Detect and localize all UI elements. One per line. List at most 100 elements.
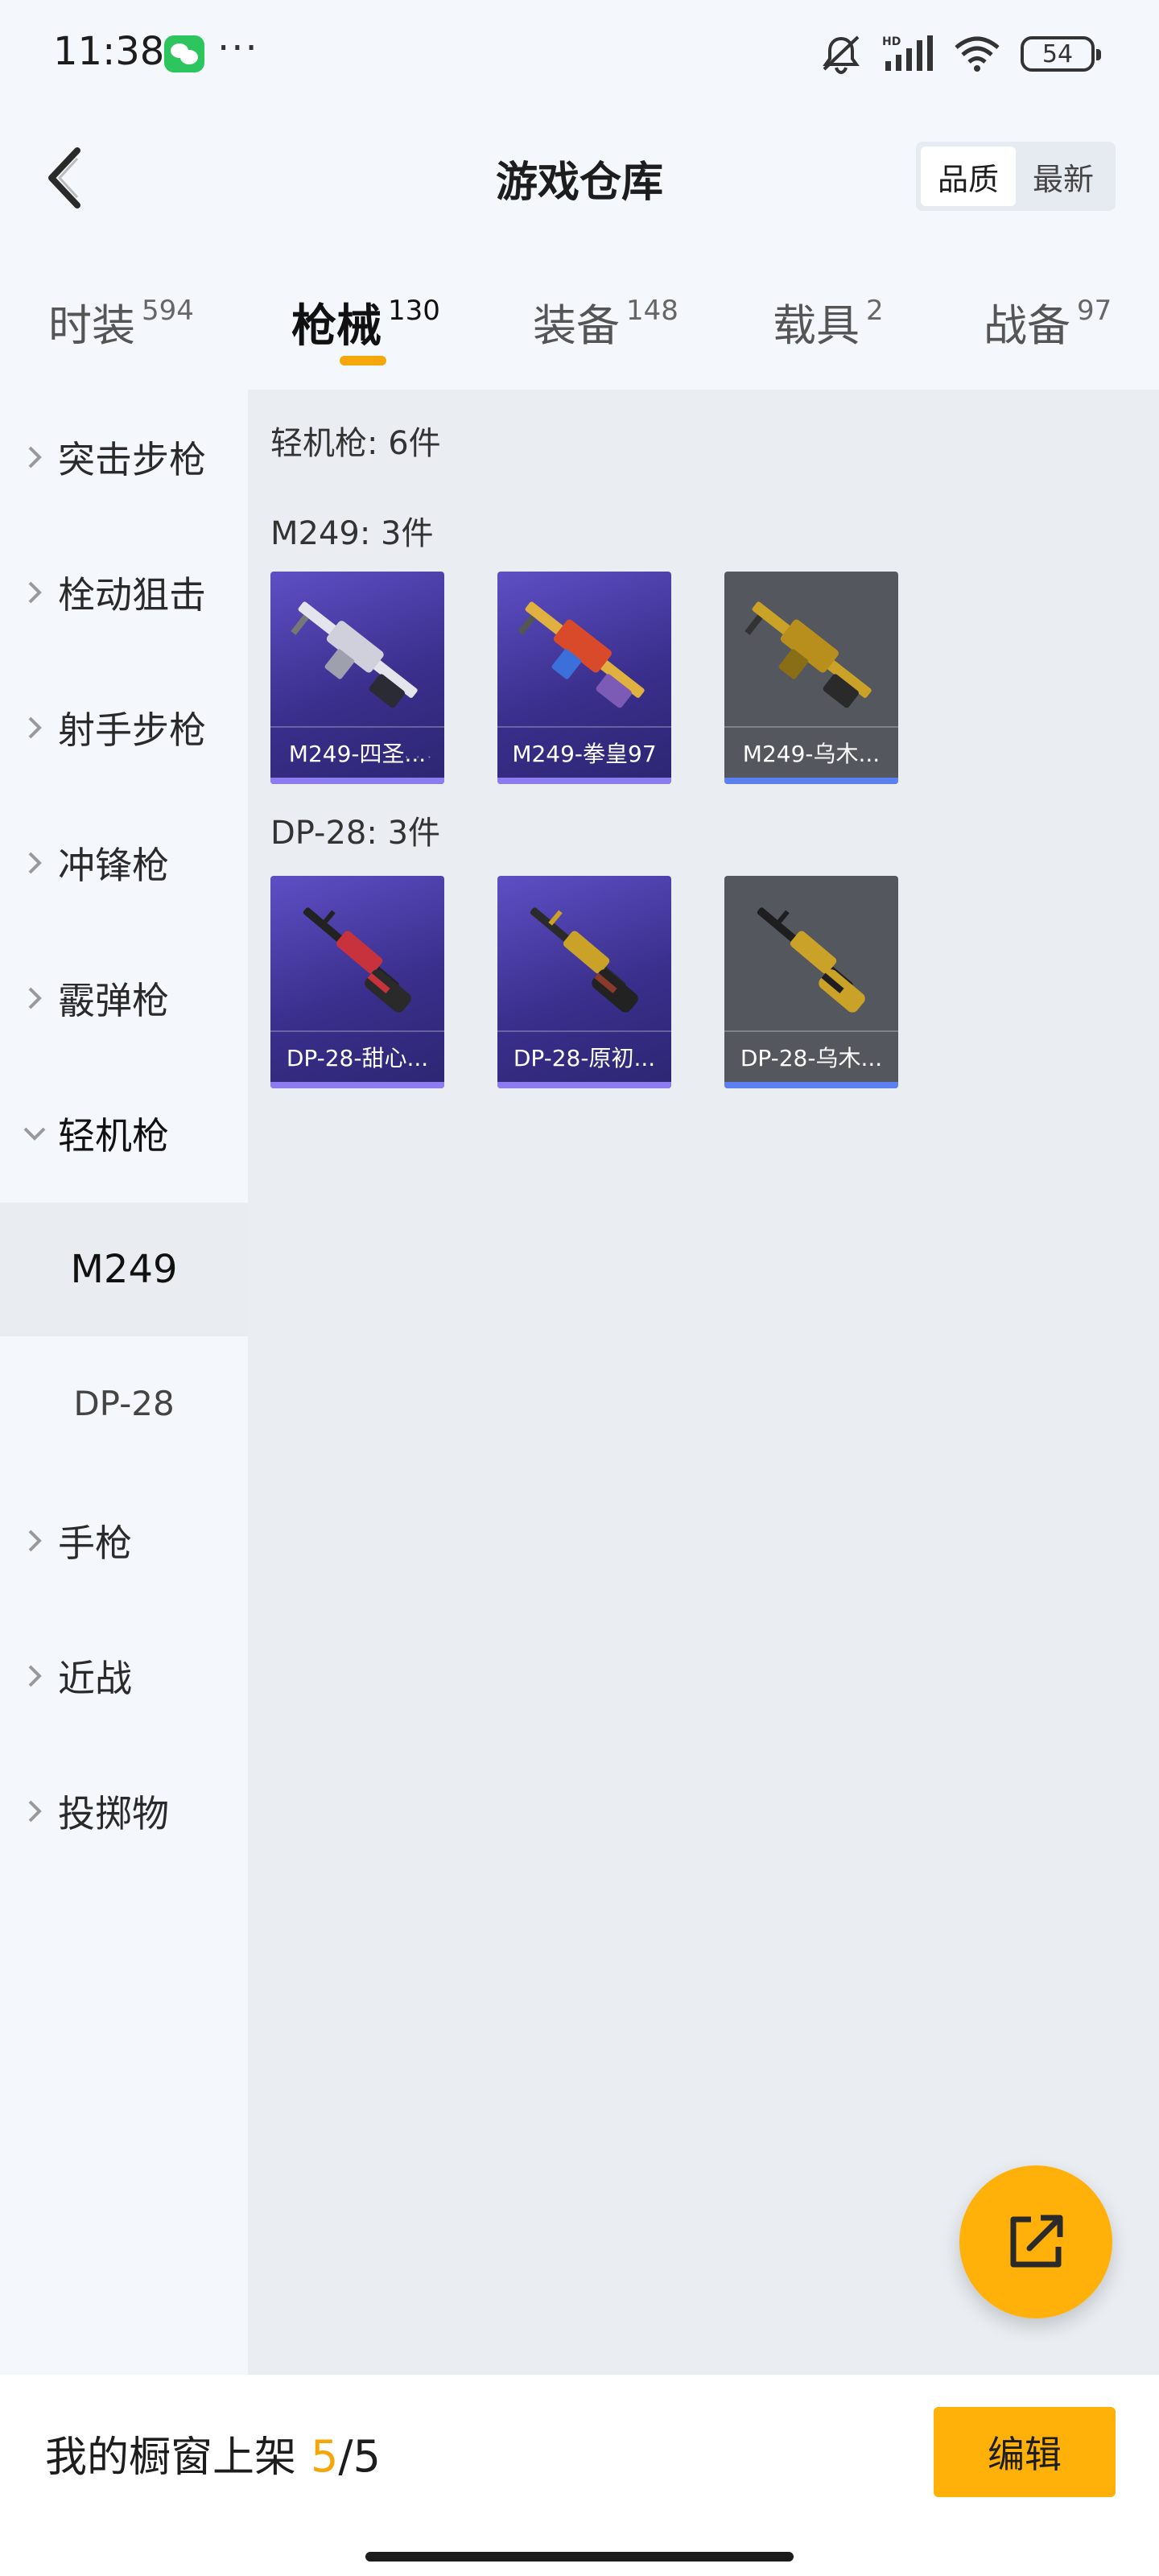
tab-guns[interactable]: 枪械 130 — [291, 290, 440, 355]
sidebar-subitem-dp28[interactable]: DP-28 — [0, 1336, 248, 1470]
tab-label: 载具 — [773, 300, 860, 351]
item-card[interactable]: M249-拳皇97 — [497, 572, 671, 784]
chevron-right-icon — [23, 845, 47, 881]
sidebar-item-smg[interactable]: 冲锋枪 — [0, 795, 248, 931]
chevron-right-icon — [23, 1523, 47, 1558]
showcase-status: 我的橱窗上架 5 / 5 — [45, 2423, 381, 2483]
gun-image-icon — [744, 601, 872, 708]
tab-equipment[interactable]: 装备 148 — [533, 290, 678, 353]
item-card[interactable]: M249-乌木... — [724, 572, 898, 784]
share-fab-button[interactable] — [959, 2165, 1112, 2318]
sidebar-item-label: 近战 — [58, 1657, 132, 1700]
mute-icon — [819, 34, 863, 74]
tab-label: 战备 — [984, 300, 1070, 351]
sidebar-item-melee[interactable]: 近战 — [0, 1608, 248, 1744]
sidebar-item-label: 霰弹枪 — [58, 979, 169, 1022]
tab-count: 2 — [866, 295, 884, 327]
tab-label: 时装 — [48, 300, 135, 351]
sidebar-item-label: 轻机枪 — [58, 1114, 169, 1158]
chevron-right-icon — [23, 1794, 47, 1829]
item-card[interactable]: DP-28-原初... — [497, 876, 671, 1088]
sidebar-item-label: 射手步枪 — [58, 708, 206, 752]
gun-image-icon — [303, 907, 411, 1013]
status-time: 11:38 — [53, 29, 165, 74]
sidebar-item-throwables[interactable]: 投掷物 — [0, 1744, 248, 1879]
sidebar-item-label: 突击步枪 — [58, 438, 206, 481]
wifi-icon — [953, 35, 1001, 73]
battery-level: 54 — [1041, 39, 1074, 68]
item-card[interactable]: DP-28-乌木... — [724, 876, 898, 1088]
chevron-right-icon — [23, 575, 47, 610]
tab-count: 594 — [142, 295, 194, 327]
rarity-stripe — [497, 778, 671, 784]
status-icons: HD 54 — [819, 32, 1101, 76]
item-card[interactable]: · · · M249-四圣... — [270, 572, 444, 784]
tab-count: 130 — [388, 295, 440, 327]
showcase-listed-count: 5 — [311, 2431, 339, 2482]
sidebar-item-shotgun[interactable]: 霰弹枪 — [0, 931, 248, 1066]
status-bar: 11:38 ··· HD 54 — [0, 0, 1159, 105]
category-title: 轻机枪: 6件 — [270, 425, 441, 462]
chevron-down-icon — [23, 1116, 47, 1151]
sidebar-item-bolt-sniper[interactable]: 栓动狙击 — [0, 525, 248, 660]
showcase-label-text: 我的橱窗上架 — [45, 2434, 297, 2482]
sidebar-item-pistol[interactable]: 手枪 — [0, 1473, 248, 1608]
tab-label: 枪械 — [291, 300, 382, 353]
sort-toggle: 品质 最新 — [916, 142, 1116, 211]
tab-count: 97 — [1077, 295, 1112, 327]
chevron-right-icon — [23, 980, 47, 1016]
tab-supplies[interactable]: 战备 97 — [984, 290, 1112, 353]
rarity-stripe — [270, 1082, 444, 1088]
item-name: M249-四圣... — [270, 726, 444, 778]
gun-image-icon — [291, 601, 418, 708]
item-name: DP-28-甜心... — [270, 1030, 444, 1082]
tab-count: 148 — [626, 295, 678, 327]
item-name: DP-28-原初... — [497, 1030, 671, 1082]
battery-icon: 54 — [1021, 36, 1101, 72]
rarity-stripe — [270, 778, 444, 784]
sidebar-item-label: 冲锋枪 — [58, 844, 169, 887]
item-grid-panel: 轻机枪: 6件 M249: 3件 · · · M249-四圣... M249-拳… — [248, 390, 1159, 2375]
gun-image-icon — [518, 601, 645, 708]
more-dots-icon: ··· — [217, 26, 259, 71]
item-card[interactable]: DP-28-甜心... — [270, 876, 444, 1088]
chevron-right-icon — [23, 440, 47, 475]
rarity-stripe — [724, 1082, 898, 1088]
showcase-separator: / — [338, 2431, 353, 2482]
tab-active-indicator — [340, 356, 386, 365]
chevron-right-icon — [23, 710, 47, 745]
sidebar-item-label: 栓动狙击 — [58, 573, 206, 617]
sidebar-item-marksman-rifle[interactable]: 射手步枪 — [0, 660, 248, 795]
tab-label: 装备 — [533, 300, 620, 351]
tab-fashion[interactable]: 时装 594 — [48, 290, 194, 353]
gun-image-icon — [530, 907, 638, 1013]
sidebar-item-label: 投掷物 — [58, 1792, 169, 1835]
sort-latest-button[interactable]: 最新 — [1016, 147, 1111, 206]
showcase-capacity: 5 — [353, 2431, 381, 2482]
item-name: DP-28-乌木... — [724, 1030, 898, 1082]
header: 游戏仓库 品质 最新 — [0, 121, 1159, 233]
sidebar: 突击步枪 栓动狙击 射手步枪 冲锋枪 霰弹枪 轻机枪 M249 DP-28 手枪… — [0, 390, 248, 2375]
tab-vehicles[interactable]: 载具 2 — [773, 290, 884, 353]
hd-signal-icon: HD — [882, 34, 934, 74]
sort-quality-button[interactable]: 品质 — [921, 147, 1016, 206]
bottom-bar: 我的橱窗上架 5 / 5 编辑 — [0, 2375, 1159, 2576]
rarity-stripe — [724, 778, 898, 784]
item-name: M249-乌木... — [724, 726, 898, 778]
edit-button[interactable]: 编辑 — [934, 2407, 1116, 2497]
wechat-icon — [164, 35, 204, 72]
sidebar-item-label: 手枪 — [58, 1521, 132, 1565]
group-title: M249: 3件 — [270, 515, 434, 552]
gun-image-icon — [757, 907, 865, 1013]
chevron-right-icon — [23, 1658, 47, 1694]
sidebar-item-assault-rifle[interactable]: 突击步枪 — [0, 390, 248, 525]
item-name: M249-拳皇97 — [497, 726, 671, 778]
sidebar-item-lmg[interactable]: 轻机枪 — [0, 1066, 248, 1201]
group-title: DP-28: 3件 — [270, 815, 441, 852]
rarity-stripe — [497, 1082, 671, 1088]
sidebar-subitem-m249[interactable]: M249 — [0, 1203, 248, 1336]
home-indicator[interactable] — [365, 2552, 794, 2562]
category-tabs: 时装 594 枪械 130 装备 148 载具 2 战备 97 — [0, 274, 1159, 386]
svg-text:HD: HD — [882, 35, 901, 48]
external-link-icon — [1010, 2215, 1063, 2268]
